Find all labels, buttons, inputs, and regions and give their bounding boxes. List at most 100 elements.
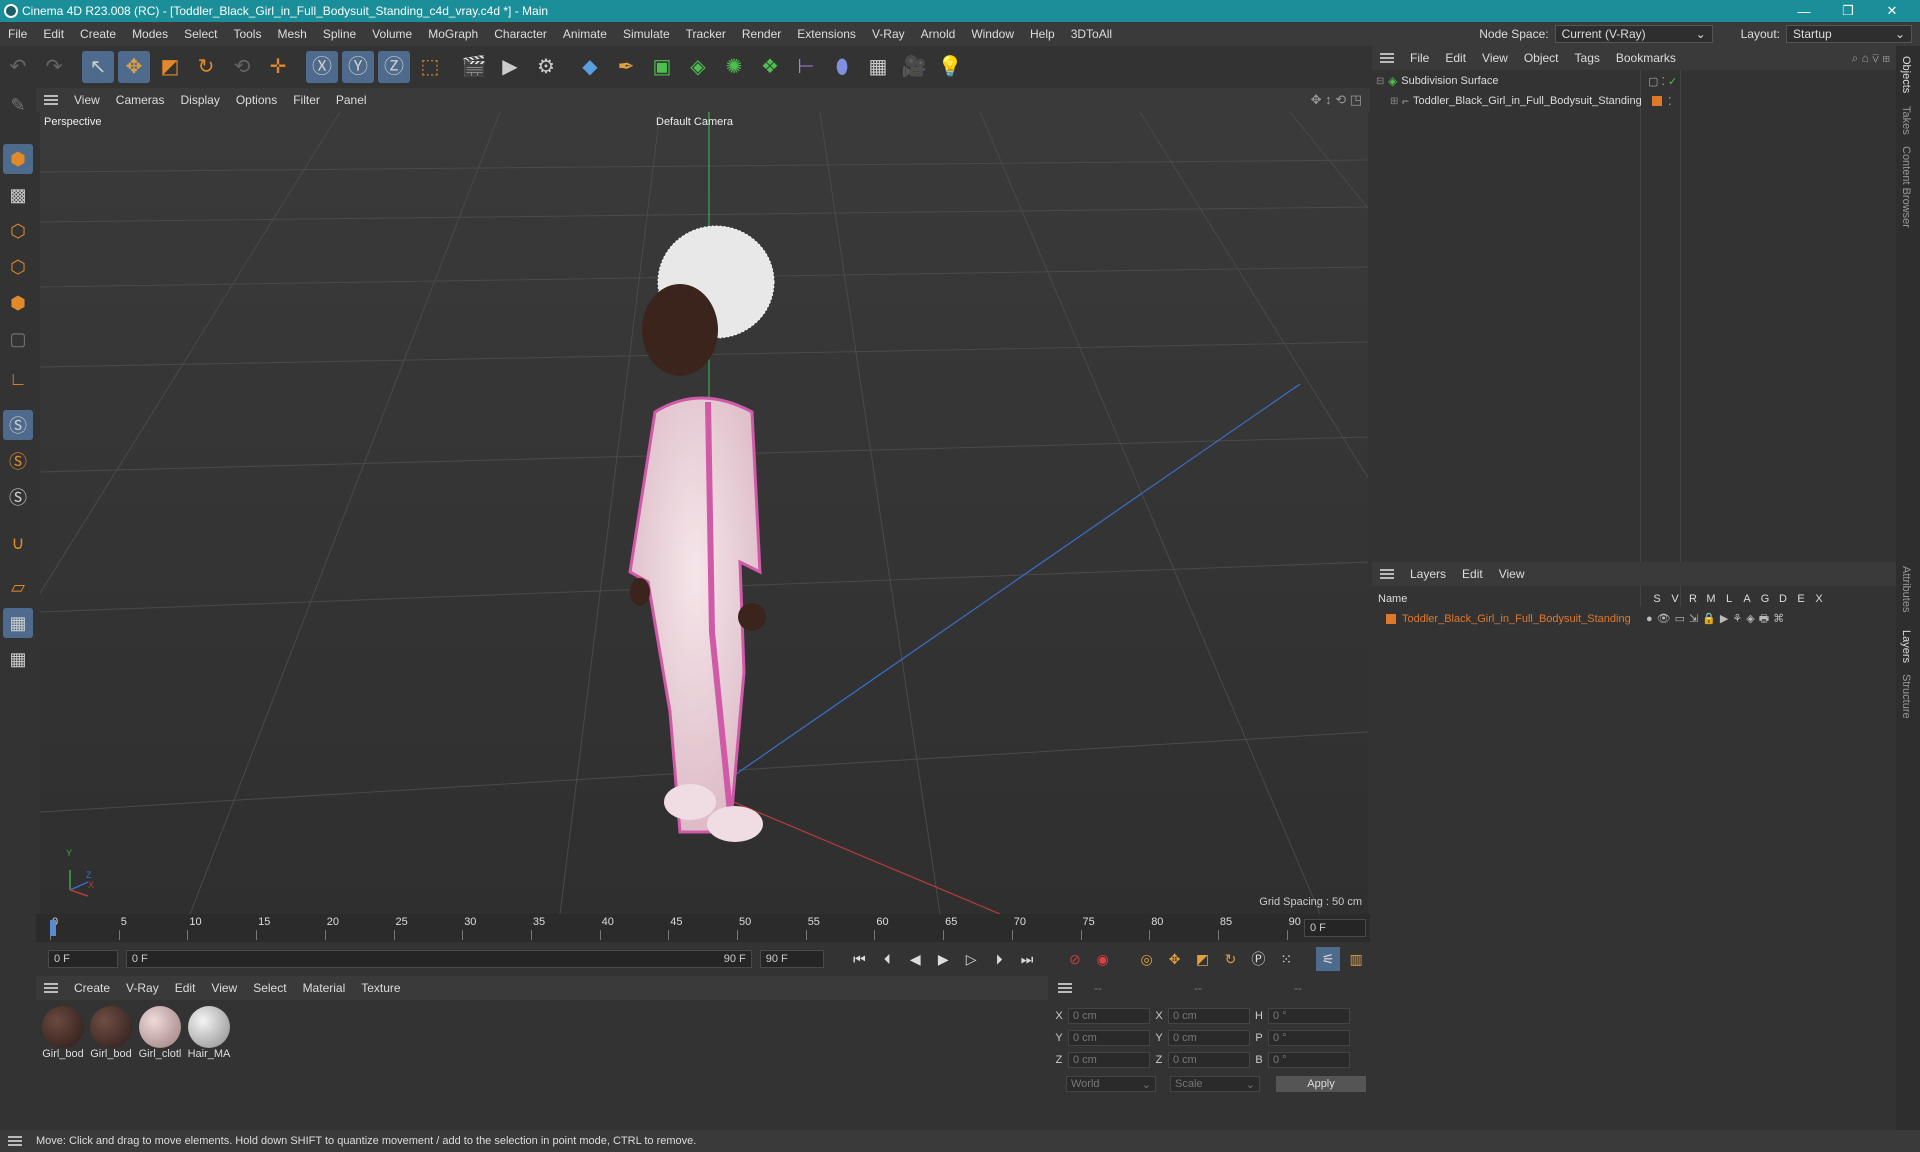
node-space-dropdown[interactable]: Current (V-Ray) ⌄	[1554, 25, 1713, 43]
timeline-ruler[interactable]: 051015202530354045505560657075808590 0 F	[36, 914, 1370, 942]
objects-menu-tags[interactable]: Tags	[1567, 51, 1608, 65]
layer-toggle-icons[interactable]: ●👁▭⇲🔒▶⚘◈🖶⌘	[1646, 610, 1788, 629]
current-frame-field[interactable]: 0 F	[1304, 919, 1366, 937]
snap-workplane-button[interactable]: Ⓢ	[3, 482, 33, 512]
previous-frame-button[interactable]: ◀	[903, 947, 927, 971]
texture-mode-button[interactable]: ▩	[3, 180, 33, 210]
start-frame-field[interactable]: 0 F	[48, 950, 118, 968]
rotate-tool-button[interactable]: ↻	[190, 51, 222, 83]
menu-arnold[interactable]: Arnold	[913, 27, 964, 41]
go-to-end-button[interactable]: ⏭	[1015, 947, 1039, 971]
model-mode-button[interactable]: ⬢	[3, 144, 33, 174]
camera-button[interactable]: 🎥	[898, 51, 930, 83]
scale-tool-button[interactable]: ◩	[154, 51, 186, 83]
grid-button[interactable]: ▦	[3, 608, 33, 638]
subdivision-button[interactable]: ▣	[646, 51, 678, 83]
magnet-tool-button[interactable]: ∪	[3, 528, 33, 558]
go-to-start-button[interactable]: ⏮	[848, 947, 872, 971]
position-x-field[interactable]: 0 cm	[1068, 1008, 1150, 1024]
tab-attributes[interactable]: Attributes	[1900, 566, 1912, 612]
position-y-field[interactable]: 0 cm	[1068, 1030, 1150, 1046]
spline-pen-button[interactable]: ✒	[610, 51, 642, 83]
hamburger-icon[interactable]	[1380, 569, 1394, 579]
key-all-button[interactable]: ◎	[1135, 947, 1159, 971]
play-button[interactable]: ▶	[931, 947, 955, 971]
polygons-mode-button[interactable]: ⬢	[3, 288, 33, 318]
undo-button[interactable]: ↶	[2, 51, 34, 83]
material-swatch[interactable]: Hair_MA	[186, 1006, 232, 1060]
tree-item-subdivision-surface[interactable]: ⊟ ◈ Subdivision Surface ▢ ⁚ ✓	[1376, 72, 1896, 90]
menu-volume[interactable]: Volume	[364, 27, 420, 41]
render-view-button[interactable]: 🎬	[458, 51, 490, 83]
layers-menu-layers[interactable]: Layers	[1402, 567, 1454, 581]
tab-structure[interactable]: Structure	[1900, 674, 1912, 719]
layer-row[interactable]: Toddler_Black_Girl_in_Full_Bodysuit_Stan…	[1372, 610, 1896, 628]
next-frame-button[interactable]: ▷	[959, 947, 983, 971]
material-swatch[interactable]: Girl_bod	[40, 1006, 86, 1060]
move-tool-button[interactable]: ✥	[118, 51, 150, 83]
material-swatch[interactable]: Girl_clotl	[137, 1006, 183, 1060]
grid-lock-button[interactable]: ▦	[3, 644, 33, 674]
size-x-field[interactable]: 0 cm	[1168, 1008, 1250, 1024]
cube-object-button[interactable]: ◆	[574, 51, 606, 83]
tab-objects[interactable]: Objects	[1900, 56, 1912, 93]
tree-item-toddler[interactable]: ⊞ ⌐ Toddler_Black_Girl_in_Full_Bodysuit_…	[1390, 92, 1890, 110]
viewport-menu-view[interactable]: View	[66, 93, 108, 107]
redo-button[interactable]: ↷	[38, 51, 70, 83]
menu-3dtoall[interactable]: 3DToAll	[1063, 27, 1120, 41]
size-z-field[interactable]: 0 cm	[1168, 1052, 1250, 1068]
timeline-mode-button[interactable]: ⚟	[1316, 947, 1341, 971]
next-key-button[interactable]: ⏵	[987, 947, 1011, 971]
points-mode-button[interactable]: ⬡	[3, 216, 33, 246]
material-menu-material[interactable]: Material	[295, 981, 354, 995]
hamburger-icon[interactable]	[44, 95, 58, 105]
layer-col-l[interactable]: L	[1720, 593, 1738, 605]
key-rotation-button[interactable]: ↻	[1218, 947, 1242, 971]
menu-edit[interactable]: Edit	[35, 27, 72, 41]
close-button[interactable]: ✕	[1870, 0, 1914, 22]
layer-col-a[interactable]: A	[1738, 593, 1756, 605]
add-object-button[interactable]: ✛	[262, 51, 294, 83]
rotation-b-field[interactable]: 0 °	[1268, 1052, 1350, 1068]
workplane-button[interactable]: ▱	[3, 572, 33, 602]
material-menu-vray[interactable]: V-Ray	[118, 981, 167, 995]
object-manager-tool-icons[interactable]: ⌕ ⌂ ⊽ ⊞	[1852, 51, 1890, 66]
restore-button[interactable]: ❐	[1826, 0, 1870, 22]
menu-tools[interactable]: Tools	[225, 27, 269, 41]
rotation-h-field[interactable]: 0 °	[1268, 1008, 1350, 1024]
hamburger-icon[interactable]	[1380, 53, 1394, 63]
material-swatch[interactable]: Girl_bod	[88, 1006, 134, 1060]
previous-key-button[interactable]: ⏴	[875, 947, 899, 971]
menu-select[interactable]: Select	[176, 27, 225, 41]
snap-settings-button[interactable]: Ⓢ	[3, 446, 33, 476]
live-selection-button[interactable]: ↖	[82, 51, 114, 83]
render-picture-viewer-button[interactable]: ▶	[494, 51, 526, 83]
menu-render[interactable]: Render	[734, 27, 789, 41]
paint-tool-button[interactable]: ✎	[3, 90, 33, 120]
menu-modes[interactable]: Modes	[124, 27, 176, 41]
size-y-field[interactable]: 0 cm	[1168, 1030, 1250, 1046]
hamburger-icon[interactable]	[1058, 983, 1072, 993]
material-menu-create[interactable]: Create	[66, 981, 118, 995]
render-settings-button[interactable]: ⚙	[530, 51, 562, 83]
layer-color-swatch[interactable]	[1652, 96, 1662, 106]
viewport-nav-icons[interactable]: ✥ ↕ ⟲ ◳	[1311, 92, 1362, 108]
light-button[interactable]: 💡	[934, 51, 966, 83]
uv-mode-button[interactable]: ▢	[3, 324, 33, 354]
objects-menu-edit[interactable]: Edit	[1437, 51, 1474, 65]
hamburger-icon[interactable]	[44, 983, 58, 993]
field-button[interactable]: ⬮	[826, 51, 858, 83]
menu-simulate[interactable]: Simulate	[615, 27, 678, 41]
menu-mesh[interactable]: Mesh	[269, 27, 314, 41]
layer-col-s[interactable]: S	[1648, 593, 1666, 605]
key-scale-button[interactable]: ◩	[1191, 947, 1215, 971]
visibility-toggle-icon[interactable]: ▢ ⁚ ✓	[1648, 75, 1677, 88]
objects-menu-file[interactable]: File	[1402, 51, 1437, 65]
menu-help[interactable]: Help	[1022, 27, 1063, 41]
material-menu-edit[interactable]: Edit	[167, 981, 204, 995]
menu-spline[interactable]: Spline	[315, 27, 364, 41]
viewport-menu-cameras[interactable]: Cameras	[108, 93, 173, 107]
expand-icon[interactable]: ⊞	[1390, 96, 1402, 107]
tab-layers[interactable]: Layers	[1900, 630, 1912, 663]
layer-col-d[interactable]: D	[1774, 593, 1792, 605]
